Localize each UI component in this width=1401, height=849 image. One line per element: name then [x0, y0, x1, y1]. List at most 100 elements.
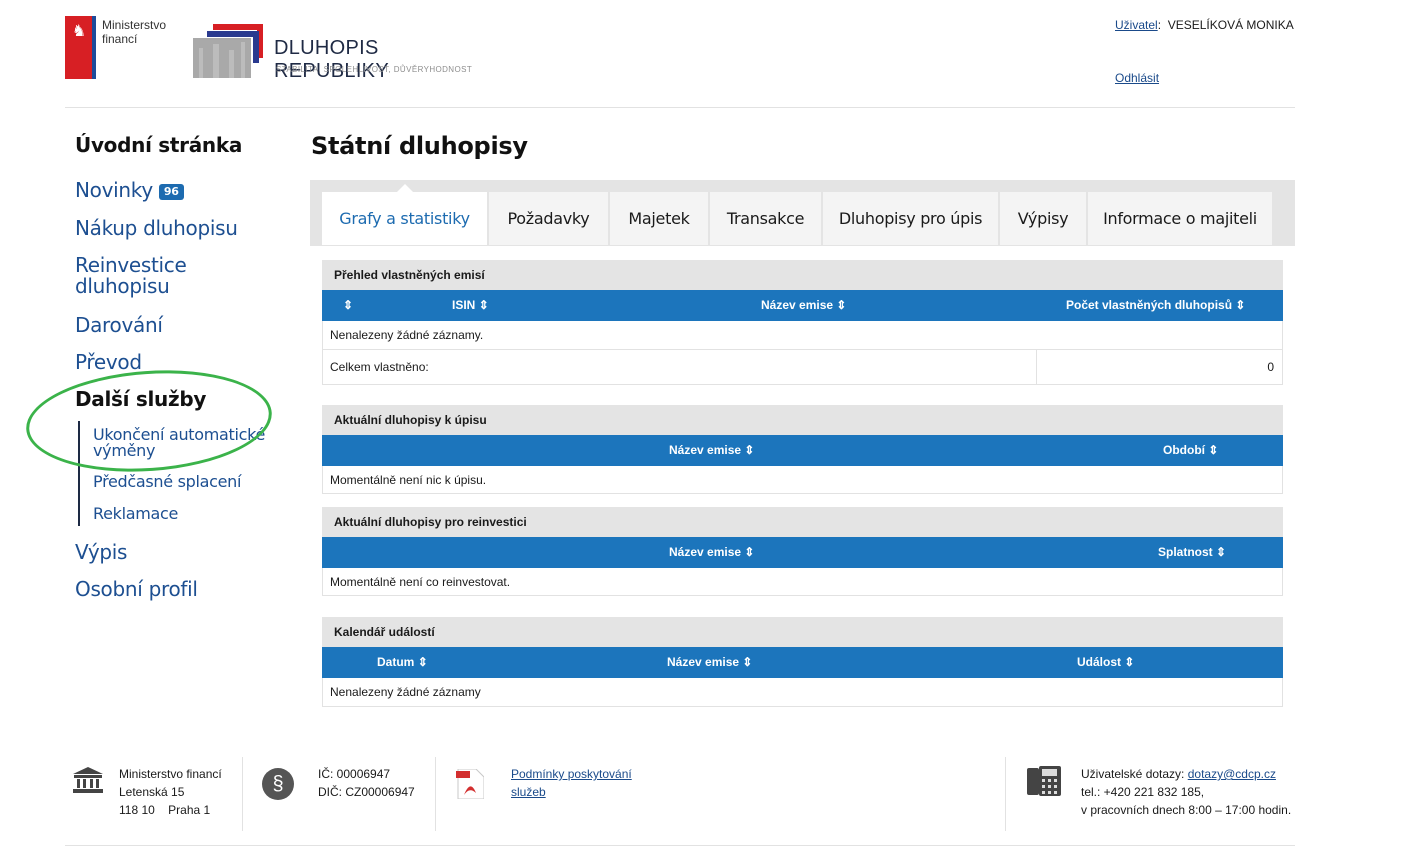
terms-link-line1[interactable]: Podmínky poskytování	[511, 765, 632, 783]
reinvest-bonds-table-header: Název emise ⇕ Splatnost ⇕	[322, 537, 1283, 568]
sort-icon: ⇕	[1216, 545, 1227, 559]
sort-icon: ⇕	[417, 655, 428, 669]
contact-line1: Uživatelské dotazy: dotazy@cdcp.cz	[1081, 765, 1291, 783]
brand-subtitle: STABILITA, SPOLEHLIVOST, DŮVĚRYHODNOST	[276, 65, 473, 74]
vat-id: DIČ: CZ00006947	[318, 785, 415, 799]
col-issue-name[interactable]: Název emise ⇕	[669, 537, 754, 568]
sidebar-item-news-label: Novinky	[75, 178, 153, 202]
footer-divider	[435, 757, 436, 831]
sort-icon: ⇕	[1235, 298, 1246, 312]
ministry-name-line1: Ministerstvo	[102, 18, 167, 32]
sidebar-item-transfer[interactable]: Převod	[75, 351, 142, 373]
sort-icon[interactable]: ⇕	[343, 290, 353, 321]
ministry-logo[interactable]: ♞ Ministerstvo financí	[65, 16, 185, 80]
col-event[interactable]: Událost ⇕	[1077, 647, 1134, 678]
sort-icon: ⇕	[744, 545, 755, 559]
reinvest-bonds-heading: Aktuální dluhopisy pro reinvestici	[322, 507, 1283, 537]
table-row-empty: Momentálně není co reinvestovat.	[322, 568, 1283, 596]
sidebar-item-statement[interactable]: Výpis	[75, 541, 127, 563]
total-label: Celkem vlastněno:	[330, 360, 429, 374]
owned-issues-heading: Přehled vlastněných emisí	[322, 260, 1283, 290]
footer-bottom-line	[65, 845, 1295, 846]
user-line: Uživatel: VESELÍKOVÁ MONIKA	[1115, 18, 1294, 32]
col-issue-name-label: Název emise	[669, 545, 742, 559]
sidebar-item-purchase[interactable]: Nákup dluhopisu	[75, 217, 238, 239]
col-issue-name[interactable]: Název emise ⇕	[667, 647, 752, 678]
address-line1: Ministerstvo financí	[119, 767, 222, 781]
paragraph-icon: §	[262, 768, 294, 842]
tab-bonds-for-subscription[interactable]: Dluhopisy pro úpis	[823, 192, 999, 245]
page-title: Státní dluhopisy	[311, 132, 528, 160]
footer-contact: Uživatelské dotazy: dotazy@cdcp.cz tel.:…	[1081, 765, 1291, 839]
news-count-badge: 96	[158, 183, 184, 200]
tab-statements[interactable]: Výpisy	[1000, 192, 1087, 245]
sidebar-item-more-services[interactable]: Další služby	[75, 388, 206, 410]
contact-label: Uživatelské dotazy:	[1081, 767, 1185, 781]
footer-address: Ministerstvo financí Letenská 15 118 10 …	[119, 765, 222, 839]
tab-property[interactable]: Majetek	[610, 192, 709, 245]
user-colon: :	[1157, 18, 1168, 32]
logout-link[interactable]: Odhlásit	[1115, 71, 1159, 85]
sort-icon: ⇕	[1124, 655, 1135, 669]
col-period[interactable]: Období ⇕	[1163, 435, 1218, 466]
address-line2: Letenská 15	[119, 785, 185, 799]
brand-logo[interactable]: DLUHOPIS REPUBLIKY STABILITA, SPOLEHLIVO…	[193, 22, 493, 82]
col-date-label: Datum	[377, 655, 415, 669]
subnav-item-complaints[interactable]: Reklamace	[93, 506, 278, 522]
subnav-auto-exchange-line2: výměny	[93, 441, 156, 460]
tab-bar: Grafy a statistiky Požadavky Majetek Tra…	[310, 180, 1295, 246]
col-issue-name[interactable]: Název emise ⇕	[669, 435, 754, 466]
tab-owner-info[interactable]: Informace o majiteli	[1088, 192, 1273, 245]
user-link[interactable]: Uživatel	[1115, 18, 1158, 32]
more-services-subnav: Ukončení automatické výměny Předčasné sp…	[78, 421, 278, 526]
sidebar-item-reinvest-line2: dluhopisu	[75, 274, 170, 298]
col-issue-name[interactable]: Název emise ⇕	[761, 290, 846, 321]
col-issue-name-label: Název emise	[667, 655, 740, 669]
ministry-name: Ministerstvo financí	[102, 18, 166, 46]
col-event-label: Událost	[1077, 655, 1122, 669]
col-issue-name-label: Název emise	[761, 298, 834, 312]
sort-icon: ⇕	[742, 655, 753, 669]
tab-charts[interactable]: Grafy a statistiky	[322, 184, 488, 245]
col-isin[interactable]: ISIN ⇕	[452, 290, 489, 321]
phone-icon	[1027, 766, 1061, 840]
sidebar-item-reinvest[interactable]: Reinvestice dluhopisu	[75, 255, 187, 297]
page-header: ♞ Ministerstvo financí DLUHOPIS REPUBLIK…	[65, 14, 1295, 108]
calendar-table-header: Datum ⇕ Název emise ⇕ Událost ⇕	[322, 647, 1283, 678]
table-row-empty: Nenalezeny žádné záznamy.	[322, 321, 1283, 350]
calendar-section: Kalendář událostí Datum ⇕ Název emise ⇕ …	[322, 617, 1283, 707]
col-period-label: Období	[1163, 443, 1205, 457]
footer-divider	[242, 757, 243, 831]
total-value: 0	[1267, 360, 1274, 374]
col-owned-count[interactable]: Počet vlastněných dluhopisů ⇕	[1066, 290, 1245, 321]
ministry-name-line2: financí	[102, 32, 138, 46]
address-line3: 118 10 Praha 1	[119, 803, 211, 817]
subnav-item-early-repayment[interactable]: Předčasné splacení	[93, 474, 278, 490]
tab-transactions[interactable]: Transakce	[710, 192, 822, 245]
table-row-empty: Momentálně není nic k úpisu.	[322, 466, 1283, 494]
sidebar-item-home[interactable]: Úvodní stránka	[75, 134, 242, 156]
subnav-item-auto-exchange[interactable]: Ukončení automatické výměny	[93, 427, 278, 459]
current-bonds-table-header: Název emise ⇕ Období ⇕	[322, 435, 1283, 466]
sidebar-item-news[interactable]: Novinky 96	[75, 179, 184, 201]
tab-content-panel: Přehled vlastněných emisí ⇕ ISIN ⇕ Název…	[310, 246, 1295, 730]
building-icon	[73, 767, 103, 841]
terms-link-line2[interactable]: služeb	[511, 783, 632, 801]
footer-divider	[1005, 757, 1006, 831]
footer-terms: Podmínky poskytování služeb	[511, 765, 632, 839]
sidebar-item-profile[interactable]: Osobní profil	[75, 578, 198, 600]
contact-email-link[interactable]: dotazy@cdcp.cz	[1188, 767, 1276, 781]
col-maturity[interactable]: Splatnost ⇕	[1158, 537, 1226, 568]
owned-issues-table-header: ⇕ ISIN ⇕ Název emise ⇕ Počet vlastněných…	[322, 290, 1283, 321]
brand-title: DLUHOPIS REPUBLIKY	[274, 37, 389, 82]
sort-icon: ⇕	[836, 298, 847, 312]
col-issue-name-label: Název emise	[669, 443, 742, 457]
col-date[interactable]: Datum ⇕	[377, 647, 428, 678]
tab-requests[interactable]: Požadavky	[489, 192, 609, 245]
sidebar-item-donation[interactable]: Darování	[75, 314, 163, 336]
brand-graphic-icon	[193, 24, 263, 78]
pdf-icon[interactable]	[456, 768, 485, 843]
current-bonds-heading: Aktuální dluhopisy k úpisu	[322, 405, 1283, 435]
calendar-heading: Kalendář událostí	[322, 617, 1283, 647]
contact-hours: v pracovních dnech 8:00 – 17:00 hodin.	[1081, 803, 1292, 817]
